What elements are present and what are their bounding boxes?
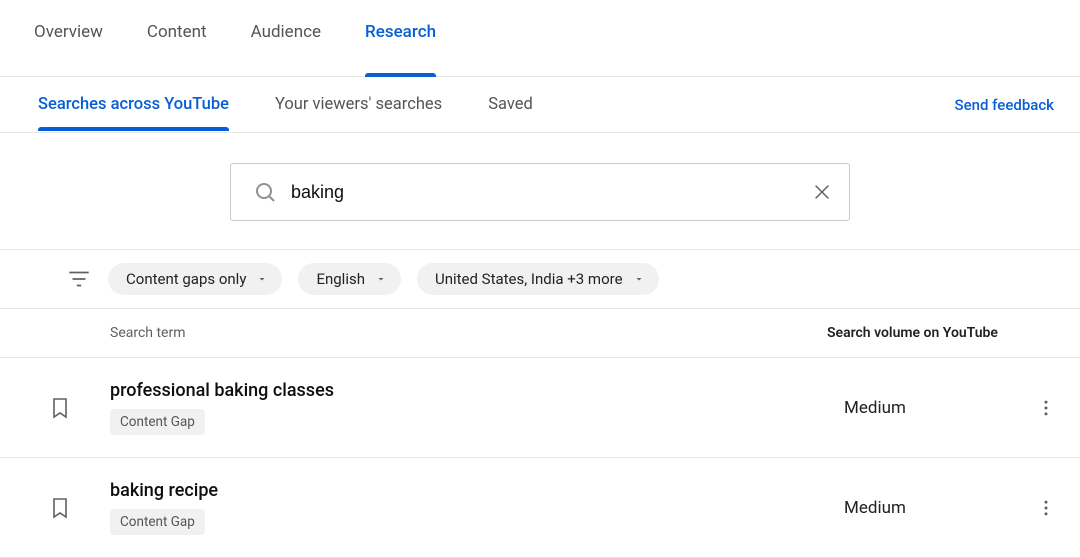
bookmark-button[interactable]	[48, 496, 110, 520]
filter-chip-region[interactable]: United States, India +3 more	[417, 263, 659, 295]
sub-tab-your-viewers-searches[interactable]: Your viewers' searches	[275, 79, 442, 130]
term-cell: professional baking classes Content Gap	[110, 380, 840, 435]
volume-cell: Medium	[840, 398, 1030, 418]
tab-research[interactable]: Research	[365, 22, 436, 76]
search-term-text: baking recipe	[110, 480, 840, 501]
filter-chip-language[interactable]: English	[298, 263, 401, 295]
sub-tab-saved[interactable]: Saved	[488, 79, 533, 130]
clear-search-button[interactable]	[811, 181, 833, 203]
tab-audience[interactable]: Audience	[251, 22, 321, 76]
bookmark-button[interactable]	[48, 396, 110, 420]
search-term-text: professional baking classes	[110, 380, 840, 401]
term-cell: baking recipe Content Gap	[110, 480, 840, 535]
filter-icon[interactable]	[66, 266, 92, 292]
content-gap-badge: Content Gap	[110, 509, 205, 535]
chevron-down-icon	[633, 273, 645, 285]
table-row: baking recipe Content Gap Medium	[0, 458, 1080, 558]
volume-cell: Medium	[840, 498, 1030, 518]
search-box	[230, 163, 850, 221]
search-icon	[253, 180, 277, 204]
sub-tabs: Searches across YouTube Your viewers' se…	[38, 79, 955, 130]
table-row: professional baking classes Content Gap …	[0, 358, 1080, 458]
filter-chip-label: Content gaps only	[126, 270, 246, 288]
content-gap-badge: Content Gap	[110, 409, 205, 435]
more-options-button[interactable]	[1030, 498, 1062, 518]
sub-tabs-row: Searches across YouTube Your viewers' se…	[0, 77, 1080, 133]
col-header-search-term: Search term	[110, 325, 827, 341]
chevron-down-icon	[375, 273, 387, 285]
more-options-button[interactable]	[1030, 398, 1062, 418]
tab-overview[interactable]: Overview	[34, 22, 103, 76]
filter-chip-label: United States, India +3 more	[435, 270, 623, 288]
chevron-down-icon	[256, 273, 268, 285]
sub-tab-searches-across-youtube[interactable]: Searches across YouTube	[38, 79, 229, 130]
col-header-search-volume: Search volume on YouTube	[827, 325, 1042, 341]
search-input[interactable]	[291, 182, 811, 203]
filter-chip-label: English	[316, 270, 365, 288]
column-headers: Search term Search volume on YouTube	[0, 309, 1080, 358]
tab-content[interactable]: Content	[147, 22, 207, 76]
search-area	[0, 133, 1080, 249]
top-tabs: Overview Content Audience Research	[0, 0, 1080, 77]
filter-bar: Content gaps only English United States,…	[0, 249, 1080, 309]
filter-chip-content-gaps[interactable]: Content gaps only	[108, 263, 282, 295]
send-feedback-link[interactable]: Send feedback	[955, 96, 1054, 114]
